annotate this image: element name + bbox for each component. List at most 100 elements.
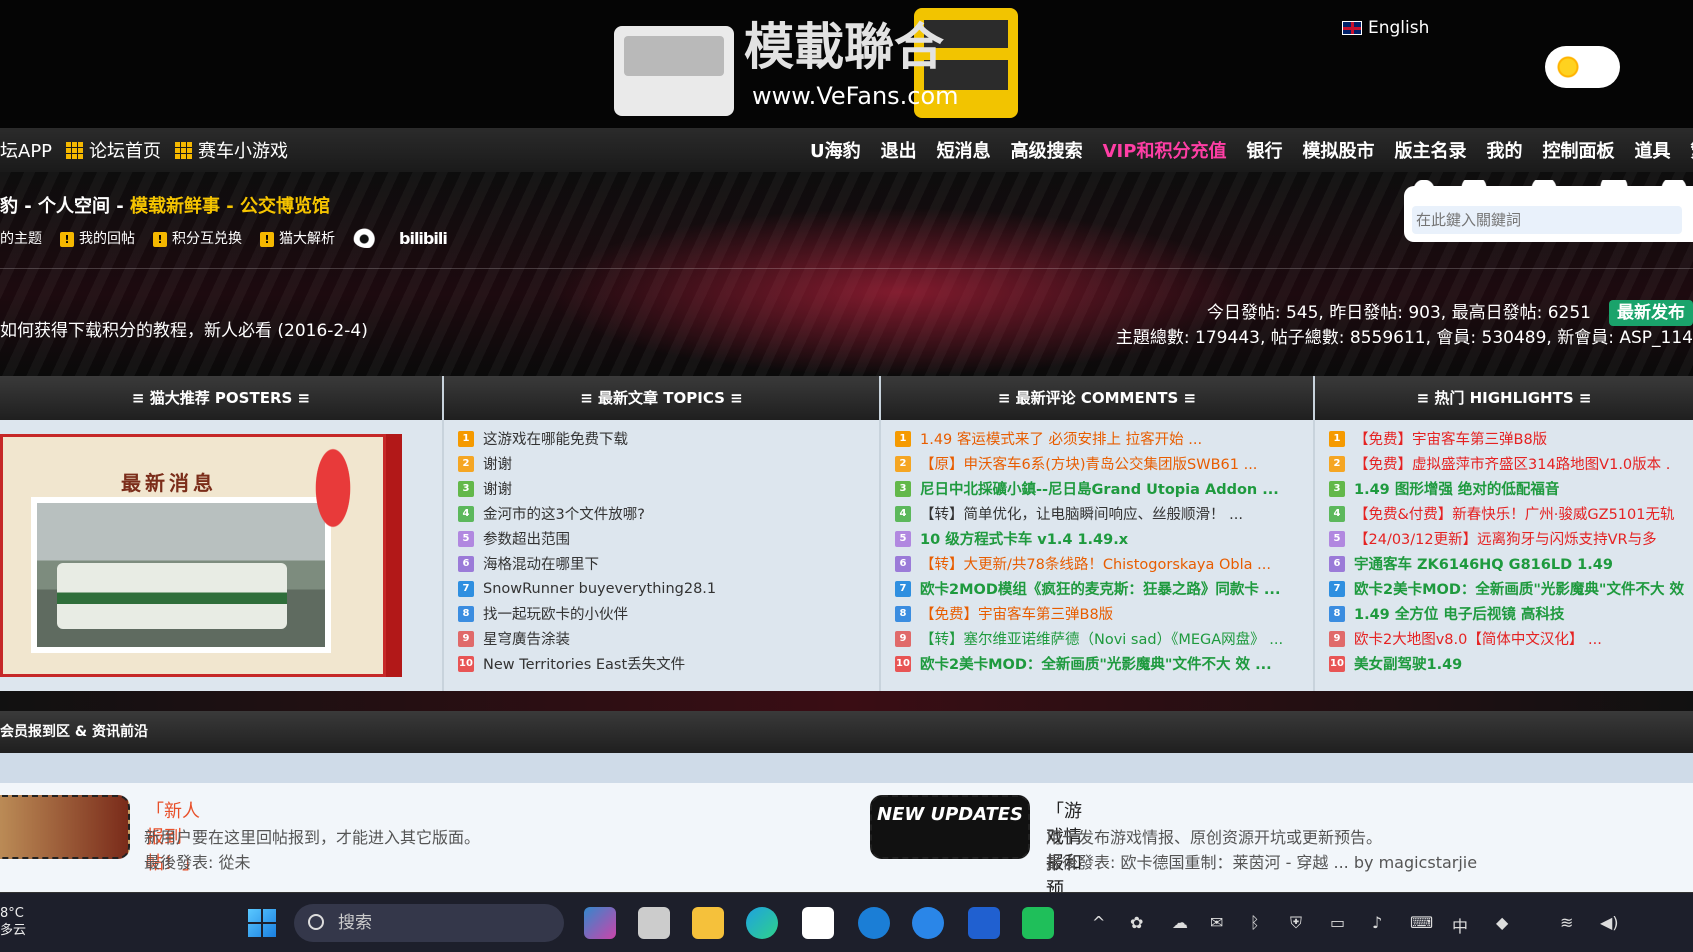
list-item[interactable]: 9 欧卡2大地图v8.0【简体中文汉化】 ... xyxy=(1329,626,1693,651)
weather-widget[interactable]: 8°C 多云 xyxy=(0,905,26,939)
task-view-icon[interactable] xyxy=(638,907,670,939)
theme-toggle[interactable] xyxy=(1545,46,1620,88)
tray-orange-icon[interactable]: ◆ xyxy=(1496,913,1508,932)
list-item[interactable]: 10 New Territories East丢失文件 xyxy=(458,651,879,676)
keyboard-icon[interactable]: ⌨ xyxy=(1410,913,1433,932)
list-item[interactable]: 1 这游戏在哪能免费下载 xyxy=(458,426,879,451)
list-item[interactable]: 3 尼日中北採礦小鎮--尼日島Grand Utopia Addon ... xyxy=(895,476,1313,501)
list-item[interactable]: 8 【免费】宇宙客车第三弹B8版 xyxy=(895,601,1313,626)
messaging-icon[interactable] xyxy=(1022,907,1054,939)
microphone-icon[interactable]: ♪ xyxy=(1372,913,1382,932)
forum-desc: 用于发布游戏情报、原创资源开坑或更新预告。 xyxy=(1046,828,1383,847)
bilibili-icon[interactable]: bilibili xyxy=(399,229,448,248)
rank-badge: 6 xyxy=(895,555,911,572)
nav-tools[interactable]: 道具 xyxy=(1634,137,1670,163)
nav-vip-recharge[interactable]: VIP和积分充值 xyxy=(1103,137,1227,163)
forum-last-post[interactable]: 最後發表: 從未 xyxy=(144,849,250,873)
nav-stock[interactable]: 模拟股市 xyxy=(1302,137,1374,163)
nav-forum-home[interactable]: 论坛首页 xyxy=(66,137,161,163)
ime-indicator[interactable]: 中 xyxy=(1452,913,1468,937)
banner: 豹 - 个人空间 - 模载新鲜事 - 公交博览馆 的主题 ! 我的回帖 ! 积分互兑… xyxy=(0,172,1693,376)
nav-app[interactable]: 坛APP xyxy=(0,137,52,163)
forum-last-post[interactable]: 最後發表: 欧卡德国重制：莱茵河 - 穿越 ... by magicstarji… xyxy=(1046,849,1477,873)
tray-app-icon[interactable]: ✿ xyxy=(1130,913,1143,932)
nav-advanced-search[interactable]: 高级搜索 xyxy=(1011,137,1083,163)
nav-moderators[interactable]: 版主名录 xyxy=(1394,137,1466,163)
list-item[interactable]: 4 【转】简单优化，让电脑瞬间响应、丝般顺滑！ ... xyxy=(895,501,1313,526)
list-item[interactable]: 6 【转】大更新/共78条线路！Chistogorskaya Obla ... xyxy=(895,551,1313,576)
link-my-replies[interactable]: ! 我的回帖 xyxy=(60,228,135,248)
link-my-threads[interactable]: 的主题 xyxy=(0,228,42,248)
subnav-news[interactable]: 模载新鲜事 xyxy=(130,196,220,217)
list-item[interactable]: 3 1.49 图形增强 绝对的低配福音 xyxy=(1329,476,1693,501)
list-item[interactable]: 6 宇通客车 ZK6146HQ G816LD 1.49 xyxy=(1329,551,1693,576)
list-item[interactable]: 4 【免费&付费】新春快乐！广州·骏威GZ5101无轨 xyxy=(1329,501,1693,526)
folder-icon[interactable]: ▭ xyxy=(1330,913,1345,932)
link-cat-analysis[interactable]: ! 猫大解析 xyxy=(260,228,335,248)
windows-taskbar: 8°C 多云 搜索 ^ ✿ ☁ ✉ ᛒ ⛨ ▭ ♪ ⌨ 中 ◆ ≋ ◀) xyxy=(0,892,1693,952)
item-title: 【免费】虚拟盛萍市齐盛区314路地图V1.0版本 . xyxy=(1354,457,1671,473)
nav-race-game[interactable]: 赛车小游戏 xyxy=(175,137,288,163)
list-item[interactable]: 1 【免费】宇宙客车第三弹B8版 xyxy=(1329,426,1693,451)
edge-icon[interactable] xyxy=(746,907,778,939)
item-title: 美女副驾驶1.49 xyxy=(1354,657,1463,673)
list-item[interactable]: 8 1.49 全方位 电子后视镜 高科技 xyxy=(1329,601,1693,626)
site-logo[interactable]: 模載聯合 www.VeFans.com xyxy=(614,6,1090,124)
nav-control-panel[interactable]: 控制面板 xyxy=(1542,137,1614,163)
newest-posts-button[interactable]: 最新发布 xyxy=(1609,300,1693,326)
list-item[interactable]: 6 海格混动在哪里下 xyxy=(458,551,879,576)
chevron-up-icon[interactable]: ^ xyxy=(1092,913,1105,932)
list-item[interactable]: 3 谢谢 xyxy=(458,476,879,501)
list-item[interactable]: 7 SnowRunner buyeverything28.1 xyxy=(458,576,879,601)
poster-image[interactable]: 最新消息 xyxy=(0,434,402,677)
l-app-icon[interactable] xyxy=(968,907,1000,939)
volume-icon[interactable]: ◀) xyxy=(1600,913,1619,932)
k-app-icon[interactable] xyxy=(912,907,944,939)
item-title: SnowRunner buyeverything28.1 xyxy=(483,580,717,597)
list-item[interactable]: 2 【原】申沃客车6系(方块)青岛公交集团版SWB61 ... xyxy=(895,451,1313,476)
list-item[interactable]: 1 1.49 客运模式来了 必须安排上 拉客开始 ... xyxy=(895,426,1313,451)
list-item[interactable]: 10 美女副驾驶1.49 xyxy=(1329,651,1693,676)
list-item[interactable]: 7 欧卡2美卡MOD：全新画质"光影魔典"文件不大 效 xyxy=(1329,576,1693,601)
taskbar-search[interactable]: 搜索 xyxy=(294,904,564,942)
mail-icon[interactable]: ✉ xyxy=(1210,913,1223,932)
copilot-icon[interactable] xyxy=(584,907,616,939)
security-icon[interactable]: ⛨ xyxy=(1290,913,1302,933)
forum-newbie-icon[interactable] xyxy=(0,795,130,859)
store-icon[interactable] xyxy=(802,907,834,939)
search-input[interactable] xyxy=(1412,206,1682,234)
new-updates-badge[interactable]: NEW UPDATES xyxy=(870,795,1030,859)
windows-start-icon[interactable] xyxy=(248,909,276,937)
weibo-icon[interactable] xyxy=(353,228,381,248)
cloud-icon[interactable]: ☁ xyxy=(1172,913,1188,932)
list-item[interactable]: 8 找一起玩欧卡的小伙伴 xyxy=(458,601,879,626)
notice-link[interactable]: 如何获得下载积分的教程，新人必看 (2016-2-4) xyxy=(0,316,368,341)
list-item[interactable]: 5 【24/03/12更新】远离狗牙与闪烁支持VR与多 xyxy=(1329,526,1693,551)
nav-logout[interactable]: 退出 xyxy=(881,137,917,163)
nav-mine[interactable]: 我的 xyxy=(1486,137,1522,163)
subnav-bus-museum[interactable]: 公交博览馆 xyxy=(240,196,330,217)
nav-user[interactable]: U海豹 xyxy=(810,137,861,163)
nav-bank[interactable]: 银行 xyxy=(1246,137,1282,163)
file-explorer-icon[interactable] xyxy=(692,907,724,939)
list-item[interactable]: 5 10 级方程式卡车 v1.4 1.49.x xyxy=(895,526,1313,551)
wifi-icon[interactable]: ≋ xyxy=(1560,913,1573,932)
bluetooth-icon[interactable]: ᛒ xyxy=(1250,913,1260,932)
language-switch[interactable]: English xyxy=(1342,18,1429,38)
item-title: 【转】大更新/共78条线路！Chistogorskaya Obla ... xyxy=(920,557,1271,573)
browser-icon[interactable] xyxy=(858,907,890,939)
item-title: 星穹廣告涂装 xyxy=(483,632,570,648)
subnav-space[interactable]: 豹 - 个人空间 - xyxy=(0,196,130,217)
rank-badge: 2 xyxy=(895,455,911,472)
list-item[interactable]: 4 金河市的这3个文件放哪? xyxy=(458,501,879,526)
list-item[interactable]: 9 星穹廣告涂装 xyxy=(458,626,879,651)
list-item[interactable]: 9 【转】塞尔维亚诺维萨德（Novi sad）《MEGA网盘》 ... xyxy=(895,626,1313,651)
link-points-exchange[interactable]: ! 积分互兑换 xyxy=(153,228,242,248)
list-item[interactable]: 5 参数超出范围 xyxy=(458,526,879,551)
rank-badge: 4 xyxy=(895,505,911,522)
list-item[interactable]: 2 【免费】虚拟盛萍市齐盛区314路地图V1.0版本 . xyxy=(1329,451,1693,476)
list-item[interactable]: 2 谢谢 xyxy=(458,451,879,476)
list-item[interactable]: 7 欧卡2MOD模组《疯狂的麦克斯：狂暴之路》同款卡 ... xyxy=(895,576,1313,601)
nav-messages[interactable]: 短消息 xyxy=(937,137,991,163)
list-item[interactable]: 10 欧卡2美卡MOD：全新画质"光影魔典"文件不大 效 ... xyxy=(895,651,1313,676)
